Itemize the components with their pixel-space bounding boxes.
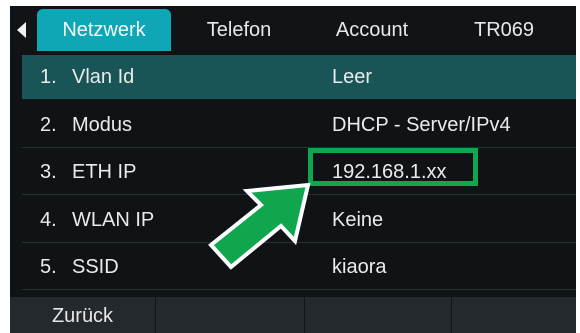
softkey-4[interactable] bbox=[452, 297, 576, 333]
item-label: WLAN IP bbox=[72, 209, 155, 231]
arrow-icon bbox=[208, 182, 311, 270]
item-value: Leer bbox=[332, 66, 373, 88]
back-softkey[interactable]: Zurück bbox=[10, 297, 156, 333]
tab-bar: Netzwerk Telefon Account TR069 bbox=[10, 6, 576, 53]
item-label: Modus bbox=[72, 114, 133, 136]
item-number: 5. bbox=[40, 256, 57, 278]
item-number: 4. bbox=[40, 209, 57, 231]
item-value: kiaora bbox=[332, 256, 387, 278]
tab-telefon[interactable]: Telefon bbox=[180, 9, 298, 51]
list-item-vlan-id[interactable]: 1. Vlan Id Leer bbox=[22, 55, 576, 99]
highlight-box bbox=[308, 148, 478, 186]
item-value: Keine bbox=[332, 209, 384, 231]
item-label: SSID bbox=[72, 256, 119, 278]
softkey-bar: Zurück bbox=[10, 297, 576, 333]
softkey-3[interactable] bbox=[305, 297, 452, 333]
item-value: DHCP - Server/IPv4 bbox=[332, 114, 511, 136]
item-number: 3. bbox=[40, 161, 57, 183]
tab-netzwerk[interactable]: Netzwerk bbox=[37, 9, 171, 51]
list-item-modus[interactable]: 2. Modus DHCP - Server/IPv4 bbox=[22, 103, 576, 148]
chevron-left-icon[interactable] bbox=[17, 22, 26, 38]
phone-screen: Netzwerk Telefon Account TR069 1. Vlan I… bbox=[10, 6, 576, 333]
tab-account[interactable]: Account bbox=[310, 9, 434, 51]
item-number: 2. bbox=[40, 114, 57, 136]
item-number: 1. bbox=[40, 66, 57, 88]
item-label: Vlan Id bbox=[72, 66, 135, 88]
tab-tr069[interactable]: TR069 bbox=[446, 9, 562, 51]
item-label: ETH IP bbox=[72, 161, 137, 183]
softkey-2[interactable] bbox=[156, 297, 305, 333]
